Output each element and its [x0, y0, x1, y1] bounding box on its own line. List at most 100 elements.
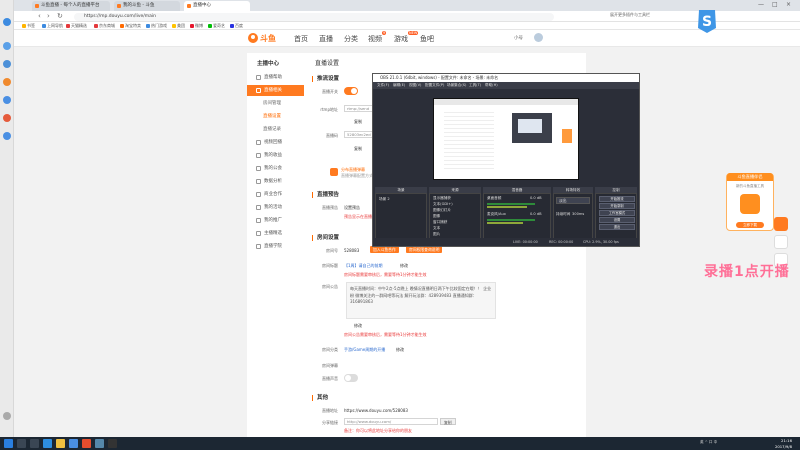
source-item[interactable]: 窗口捕获: [433, 220, 447, 225]
favorites-icon[interactable]: [3, 18, 11, 26]
bookmark[interactable]: 淘宝特卖: [120, 22, 141, 30]
modify-link[interactable]: 修改: [354, 323, 362, 329]
scene-item[interactable]: 场景 2: [379, 197, 390, 202]
avatar[interactable]: [534, 33, 543, 42]
obs-menu-item[interactable]: 文件(F): [377, 82, 389, 89]
back-icon[interactable]: ‹: [38, 12, 41, 20]
start-icon[interactable]: [4, 439, 13, 448]
exit-button[interactable]: 退出: [599, 224, 635, 230]
submenu-item-selected[interactable]: 直播设置: [247, 111, 304, 122]
system-tray[interactable]: 英 ^ 口 中: [700, 440, 717, 445]
menu-item[interactable]: 商业合作: [247, 189, 304, 200]
source-item[interactable]: 文本: [433, 226, 440, 231]
bookmark[interactable]: 书签: [22, 22, 35, 30]
start-streaming-button[interactable]: 开始推流: [599, 196, 635, 202]
sidebar-app-icon[interactable]: [3, 114, 11, 122]
play-icon[interactable]: [774, 217, 788, 231]
sidebar-app-icon[interactable]: [3, 96, 11, 104]
browser-tab[interactable]: 我的斗鱼 - 斗鱼: [114, 1, 180, 11]
settings-icon[interactable]: [3, 412, 11, 420]
menu-item[interactable]: 我的活动: [247, 202, 304, 213]
bookmark[interactable]: 京东商城: [94, 22, 115, 30]
app-icon[interactable]: [43, 439, 52, 448]
sidebar-app-icon[interactable]: [3, 78, 11, 86]
bookmark[interactable]: 热门游戏: [146, 22, 167, 30]
refresh-icon[interactable]: [774, 235, 788, 249]
obs-menu-item[interactable]: 帮助(H): [485, 82, 498, 89]
bookmark[interactable]: 天猫精选: [66, 22, 87, 30]
douyu-logo[interactable]: 斗鱼: [247, 32, 277, 44]
sidebar-app-icon[interactable]: [3, 42, 11, 50]
minimize-button[interactable]: —: [758, 1, 764, 8]
nav-video[interactable]: 视频: [368, 34, 382, 44]
live-toggle[interactable]: [344, 87, 358, 95]
maximize-button[interactable]: □: [772, 1, 778, 8]
bookmark[interactable]: 爱奇艺: [208, 22, 225, 30]
copy-share-button[interactable]: 复制: [440, 418, 456, 425]
obs-preview[interactable]: [433, 98, 579, 180]
source-item[interactable]: 图像幻灯片: [433, 208, 451, 213]
url-input[interactable]: https://mp.douyu.com/live/main: [74, 12, 554, 21]
obs-menu-item[interactable]: 编辑(E): [393, 82, 405, 89]
share-link-input[interactable]: http://www.douyu.com/: [344, 418, 438, 425]
submenu-item[interactable]: 房间管理: [247, 98, 304, 109]
menu-item[interactable]: 我的推广: [247, 215, 304, 226]
menu-item[interactable]: 视频回播: [247, 137, 304, 148]
permission-query-button[interactable]: 房间权限查询说明: [406, 246, 443, 253]
task-view-icon[interactable]: [30, 439, 39, 448]
refresh-icon[interactable]: ↻: [57, 12, 63, 20]
duration-value[interactable]: 300ms: [572, 212, 584, 216]
copy-link[interactable]: 复制: [354, 119, 362, 125]
start-recording-button[interactable]: 开始录制: [599, 203, 635, 209]
notice-textarea[interactable]: 每天直播时间：中午2点-5点晚上 晚情况直播明日两下午比较固定在哦！！ 企业粉 …: [346, 282, 496, 319]
menu-item[interactable]: 我的公会: [247, 163, 304, 174]
schedule-value[interactable]: 设置预告: [344, 205, 360, 211]
menu-item[interactable]: 直播学院: [247, 241, 304, 252]
category-value[interactable]: 手游/Game周期的开播: [344, 347, 385, 353]
app-icon[interactable]: [82, 439, 91, 448]
submenu-item[interactable]: 直播记录: [247, 124, 304, 135]
sidebar-app-icon[interactable]: [3, 132, 11, 140]
obs-menu-item[interactable]: 配置文件(P): [425, 82, 444, 89]
menu-item[interactable]: 直播帮助: [247, 72, 304, 83]
promo-card[interactable]: 斗鱼直播伴侣 新的斗鱼直播工具 立即下载: [726, 173, 774, 231]
bookmark[interactable]: 美团: [172, 22, 185, 30]
rtmp-field[interactable]: rtmp://send: [344, 105, 374, 112]
modify-link[interactable]: 修改: [396, 347, 404, 353]
source-item[interactable]: 图片: [433, 232, 440, 237]
obs-taskbar-icon[interactable]: [108, 439, 117, 448]
source-item[interactable]: 图像: [433, 214, 440, 219]
join-cooperation-button[interactable]: 加入斗鱼合作: [370, 246, 399, 253]
obs-title-bar[interactable]: OBS 21.0.1 (64bit, windows) - 配置文件: 未命名 …: [373, 74, 639, 82]
user-label[interactable]: 小号: [514, 35, 523, 41]
stream-key-field[interactable]: 52803ec2ed: [344, 131, 374, 138]
obs-window[interactable]: OBS 21.0.1 (64bit, windows) - 配置文件: 未命名 …: [372, 73, 640, 247]
obs-menu-item[interactable]: 场景集合(S): [447, 82, 466, 89]
app-icon[interactable]: [95, 439, 104, 448]
nav-game[interactable]: 游戏: [394, 34, 408, 44]
nav-live[interactable]: 直播: [319, 34, 333, 44]
nav-category[interactable]: 分类: [344, 34, 358, 44]
menu-item[interactable]: 我的收益: [247, 150, 304, 161]
copy-link[interactable]: 复制: [354, 146, 362, 152]
settings-button[interactable]: 设置: [599, 217, 635, 223]
app-icon[interactable]: [56, 439, 65, 448]
source-item[interactable]: 显示器捕获: [433, 196, 451, 201]
studio-mode-button[interactable]: 工作室模式: [599, 210, 635, 216]
app-icon[interactable]: [69, 439, 78, 448]
nav-home[interactable]: 首页: [294, 34, 308, 44]
modify-link[interactable]: 修改: [400, 263, 408, 269]
clock[interactable]: 21:16 2017/9/8: [775, 438, 792, 449]
sidebar-app-icon[interactable]: [3, 60, 11, 68]
bookmark[interactable]: 上网导航: [42, 22, 63, 30]
menu-item[interactable]: 数据分析: [247, 176, 304, 187]
forward-icon[interactable]: ›: [47, 12, 50, 20]
transition-select[interactable]: 淡出: [556, 197, 590, 204]
menu-item[interactable]: 主播精选: [247, 228, 304, 239]
bookmark[interactable]: 百度: [230, 22, 243, 30]
sound-toggle[interactable]: [344, 374, 358, 382]
promo-download-button[interactable]: 立即下载: [736, 222, 764, 228]
browser-tab-active[interactable]: 直播中心: [184, 1, 250, 11]
close-button[interactable]: ×: [786, 1, 791, 8]
browser-tab[interactable]: 斗鱼直播 - 每个人的直播平台: [32, 1, 110, 11]
